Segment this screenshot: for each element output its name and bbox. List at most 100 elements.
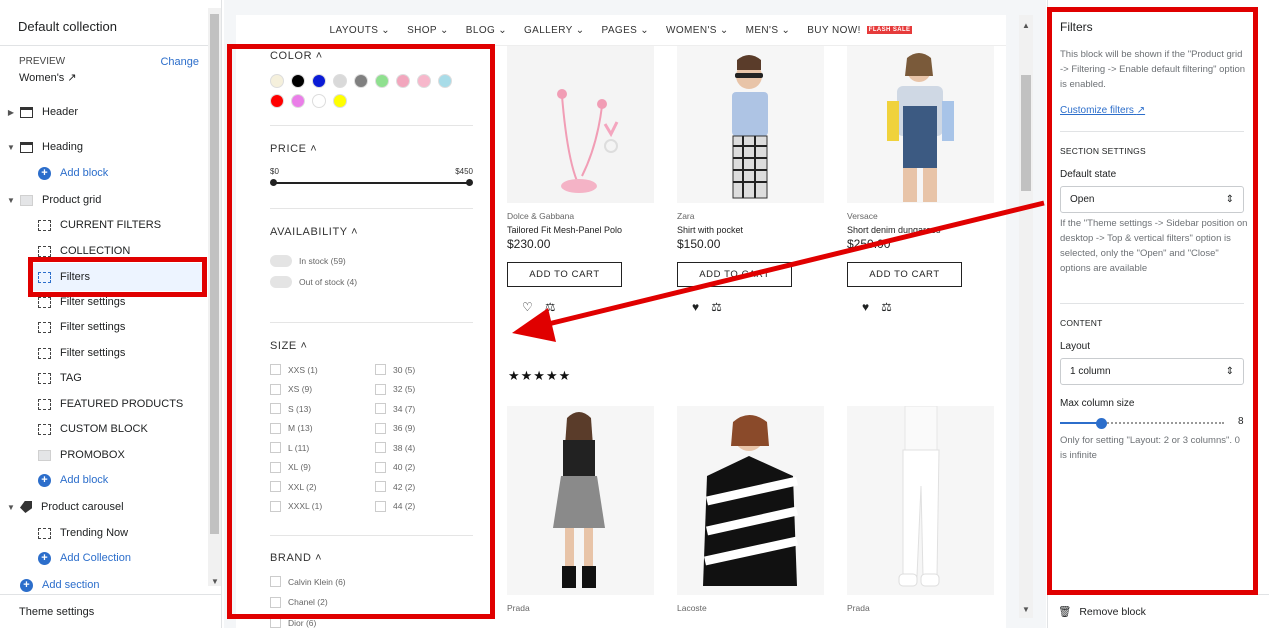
- product-name[interactable]: Short denim dungarees: [847, 225, 994, 235]
- nav-item-mens[interactable]: MEN'S ⌄: [746, 25, 791, 36]
- nav-item-blog[interactable]: BLOG ⌄: [466, 25, 507, 36]
- checkbox[interactable]: [375, 461, 386, 473]
- checkbox[interactable]: [270, 364, 281, 376]
- tree-section-heading[interactable]: ▼ Heading: [6, 136, 83, 158]
- heart-outline-icon[interactable]: ♡: [522, 300, 533, 314]
- tree-block-collection[interactable]: COLLECTION: [38, 240, 130, 262]
- product-name[interactable]: Tailored Fit Mesh-Panel Polo: [507, 225, 654, 235]
- color-swatch[interactable]: [375, 74, 389, 88]
- product-image[interactable]: [847, 406, 994, 595]
- size-option[interactable]: 38 (4): [375, 442, 475, 454]
- color-swatch[interactable]: [396, 74, 410, 88]
- preview-change-link[interactable]: Change: [160, 56, 199, 68]
- size-option[interactable]: L (11): [270, 442, 375, 454]
- color-swatch[interactable]: [417, 74, 431, 88]
- size-option[interactable]: 34 (7): [375, 403, 475, 415]
- color-swatch[interactable]: [270, 74, 284, 88]
- sidebar-scrollbar[interactable]: ▼: [208, 8, 221, 586]
- heart-filled-icon[interactable]: ♥: [692, 300, 699, 314]
- nav-item-buy-now[interactable]: BUY NOW! FLASH SALE: [807, 25, 913, 36]
- filter-size-title[interactable]: SIZE ˄: [270, 340, 473, 352]
- size-option[interactable]: 44 (2): [375, 500, 475, 513]
- tree-block-custom-block[interactable]: CUSTOM BLOCK: [38, 418, 148, 440]
- nav-item-shop[interactable]: SHOP ⌄: [407, 25, 449, 36]
- product-image[interactable]: [507, 406, 654, 595]
- availability-out-of-stock[interactable]: Out of stock (4): [270, 276, 473, 288]
- tree-block-trending-now[interactable]: Trending Now: [38, 522, 128, 544]
- size-option[interactable]: 36 (9): [375, 422, 475, 435]
- product-image[interactable]: [677, 406, 824, 595]
- toggle-switch[interactable]: [270, 276, 292, 288]
- product-card[interactable]: Versace Short denim dungarees $250.00 AD…: [847, 46, 994, 314]
- remove-block-button[interactable]: 🗑 Remove block: [1048, 594, 1269, 628]
- add-collection-button[interactable]: + Add Collection: [38, 547, 131, 569]
- add-section-button[interactable]: + Add section: [20, 574, 99, 596]
- default-state-select[interactable]: Open ⇕: [1060, 186, 1244, 213]
- tree-section-header[interactable]: ▶ Header: [6, 101, 78, 123]
- availability-in-stock[interactable]: In stock (59): [270, 255, 473, 267]
- compare-icon[interactable]: ⚖: [881, 300, 892, 314]
- brand-option[interactable]: Calvin Klein (6): [270, 576, 473, 588]
- checkbox[interactable]: [375, 403, 386, 415]
- scroll-up-arrow-icon[interactable]: ▲: [1022, 21, 1030, 30]
- scrollbar-thumb[interactable]: [1021, 75, 1031, 191]
- add-to-cart-button[interactable]: ADD TO CART: [507, 262, 622, 287]
- add-to-cart-button[interactable]: ADD TO CART: [847, 262, 962, 287]
- layout-select[interactable]: 1 column ⇕: [1060, 358, 1244, 385]
- nav-item-womens[interactable]: WOMEN'S ⌄: [666, 25, 729, 36]
- size-option[interactable]: M (13): [270, 422, 375, 435]
- filter-price-title[interactable]: PRICE ˄: [270, 143, 473, 155]
- size-option[interactable]: XS (9): [270, 383, 375, 396]
- filter-availability-title[interactable]: AVAILABILITY ˄: [270, 226, 473, 238]
- product-card[interactable]: Prada: [507, 406, 654, 613]
- checkbox[interactable]: [270, 422, 281, 434]
- tree-section-product-carousel[interactable]: ▼ Product carousel: [6, 496, 124, 518]
- scroll-down-arrow-icon[interactable]: ▼: [211, 577, 219, 586]
- compare-icon[interactable]: ⚖: [711, 300, 722, 314]
- nav-item-layouts[interactable]: LAYOUTS ⌄: [330, 25, 391, 36]
- nav-item-gallery[interactable]: GALLERY ⌄: [524, 25, 585, 36]
- tree-block-promobox[interactable]: PROMOBOX: [38, 444, 125, 466]
- product-card[interactable]: Lacoste: [677, 406, 824, 613]
- color-swatch[interactable]: [291, 94, 305, 108]
- checkbox[interactable]: [375, 500, 386, 512]
- add-to-cart-button[interactable]: ADD TO CART: [677, 262, 792, 287]
- customize-filters-link[interactable]: Customize filters ↗: [1060, 105, 1145, 116]
- tree-block-tag[interactable]: TAG: [38, 367, 82, 389]
- slider-handle[interactable]: [1096, 418, 1107, 429]
- color-swatch[interactable]: [312, 94, 326, 108]
- checkbox[interactable]: [270, 442, 281, 454]
- checkbox[interactable]: [270, 461, 281, 473]
- tree-block-current-filters[interactable]: CURRENT FILTERS: [38, 214, 161, 236]
- brand-option[interactable]: Dior (6): [270, 617, 473, 628]
- product-image[interactable]: [847, 46, 994, 203]
- checkbox[interactable]: [270, 596, 281, 608]
- color-swatch[interactable]: [312, 74, 326, 88]
- size-option[interactable]: XXL (2): [270, 481, 375, 493]
- checkbox[interactable]: [270, 481, 281, 493]
- checkbox[interactable]: [375, 364, 386, 376]
- size-option[interactable]: 30 (5): [375, 364, 475, 376]
- size-option[interactable]: 42 (2): [375, 481, 475, 493]
- tree-section-product-grid[interactable]: ▼ Product grid: [6, 189, 101, 211]
- filter-color-title[interactable]: COLOR ˄: [270, 50, 473, 62]
- checkbox[interactable]: [375, 422, 386, 434]
- checkbox[interactable]: [270, 383, 281, 395]
- heart-filled-icon[interactable]: ♥: [862, 300, 869, 314]
- product-card[interactable]: Zara Shirt with pocket $150.00 ADD TO CA…: [677, 46, 824, 314]
- price-slider-min-handle[interactable]: [270, 179, 277, 186]
- checkbox[interactable]: [270, 500, 281, 512]
- color-swatch[interactable]: [270, 94, 284, 108]
- filter-brand-title[interactable]: BRAND ˄: [270, 552, 473, 564]
- checkbox[interactable]: [375, 481, 386, 493]
- price-slider[interactable]: [270, 179, 473, 186]
- color-swatch[interactable]: [438, 74, 452, 88]
- color-swatch[interactable]: [354, 74, 368, 88]
- size-option[interactable]: XL (9): [270, 461, 375, 474]
- product-image[interactable]: [507, 46, 654, 203]
- preview-value[interactable]: Women's ↗: [19, 71, 199, 84]
- preview-scrollbar[interactable]: ▲ ▼: [1019, 15, 1033, 618]
- checkbox[interactable]: [270, 403, 281, 415]
- tree-block-filter-settings[interactable]: Filter settings: [38, 291, 125, 313]
- color-swatch[interactable]: [291, 74, 305, 88]
